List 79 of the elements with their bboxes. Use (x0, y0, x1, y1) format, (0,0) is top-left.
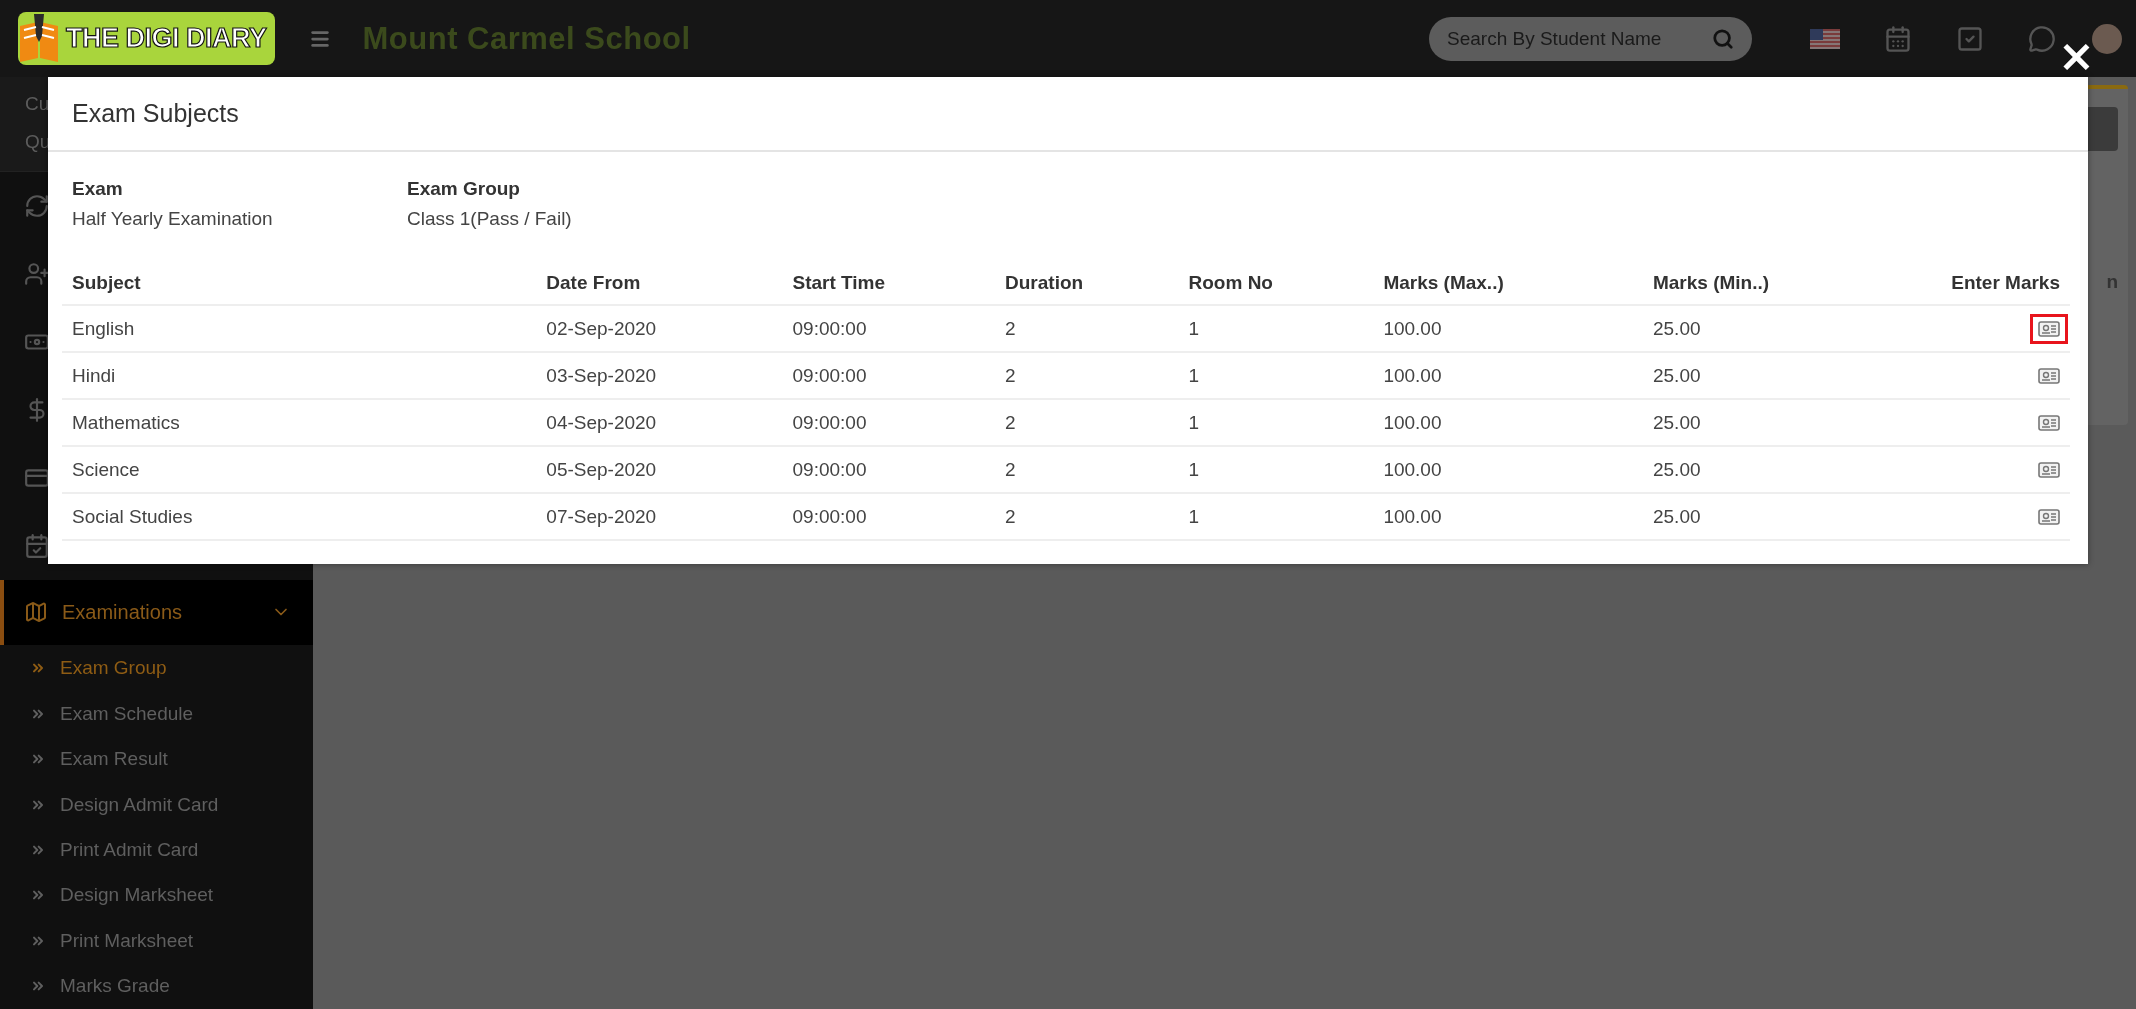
table-cell: 2 (995, 493, 1179, 540)
table-cell: 25.00 (1642, 399, 1942, 446)
sidebar-item[interactable]: Marks Grade (0, 963, 313, 1009)
table-cell: 100.00 (1373, 305, 1643, 352)
close-button[interactable]: × (2058, 34, 2095, 78)
table-cell: 07-Sep-2020 (536, 493, 783, 540)
column-header: Marks (Min..) (1642, 262, 1942, 305)
table-cell: 100.00 (1373, 399, 1643, 446)
calendar-check-icon[interactable] (24, 532, 50, 559)
map-icon (24, 600, 48, 625)
table-cell: English (62, 305, 537, 352)
table-cell: 05-Sep-2020 (536, 446, 783, 493)
column-header: Room No (1178, 262, 1374, 305)
column-header: Start Time (782, 262, 996, 305)
task-button[interactable] (1956, 24, 1984, 53)
sidebar-item[interactable]: Exam Schedule (0, 690, 313, 737)
search-icon[interactable] (1712, 27, 1734, 50)
sidebar-text: Cu (25, 93, 50, 115)
flag-icon[interactable] (1810, 28, 1840, 49)
table-cell: 1 (1178, 305, 1374, 352)
field-value: Half Yearly Examination (72, 208, 274, 230)
table-cell: 09:00:00 (782, 305, 996, 352)
table-cell: 1 (1178, 493, 1374, 540)
refresh-icon[interactable] (24, 192, 50, 219)
sidebar-item[interactable]: Print Admit Card (0, 827, 313, 873)
book-logo-icon (18, 12, 60, 65)
sidebar-item[interactable]: Design Marksheet (0, 872, 313, 919)
id-card-icon (2038, 508, 2060, 525)
column-header: Subject (62, 262, 537, 305)
table-cell: 03-Sep-2020 (536, 352, 783, 399)
table-cell: 09:00:00 (782, 446, 996, 493)
user-avatar[interactable] (2092, 23, 2122, 54)
sidebar-item[interactable]: Print Marksheet (0, 918, 313, 964)
id-card-icon (2038, 367, 2060, 384)
table-cell: 100.00 (1373, 352, 1643, 399)
column-header: Marks (Max..) (1373, 262, 1643, 305)
table-cell: 2 (995, 305, 1179, 352)
table-cell: Hindi (62, 352, 537, 399)
sidebar-section[interactable]: Examinations (0, 579, 313, 646)
table-cell: Mathematics (62, 399, 537, 446)
modal-title: Exam Subjects (48, 77, 2088, 152)
sidebar-item[interactable]: Design Admit Card (0, 781, 313, 828)
sidebar-item[interactable]: Exam Result (0, 736, 313, 782)
table-cell: 1 (1178, 399, 1374, 446)
field-value: Class 1(Pass / Fail) (407, 208, 573, 230)
field-label: Exam (72, 178, 124, 200)
table-cell: 25.00 (1642, 446, 1942, 493)
table-cell: 25.00 (1642, 352, 1942, 399)
table-cell: Science (62, 446, 537, 493)
id-card-icon (2038, 320, 2060, 337)
id-card-icon (2038, 461, 2060, 478)
id-card-icon (2038, 414, 2060, 431)
logo-text: THE DIGI DIARY (66, 23, 267, 54)
section-label: Examinations (62, 601, 183, 624)
calendar-button[interactable] (1884, 24, 1912, 53)
table-cell: 02-Sep-2020 (536, 305, 783, 352)
column-header: Duration (995, 262, 1179, 305)
table-cell: 04-Sep-2020 (536, 399, 783, 446)
table-cell: Social Studies (62, 493, 537, 540)
sidebar-item[interactable]: Exam Group (0, 645, 313, 691)
table-cell: 09:00:00 (782, 493, 996, 540)
table-cell: 2 (995, 352, 1179, 399)
table-cell: 2 (995, 446, 1179, 493)
table-cell: 25.00 (1642, 493, 1942, 540)
search-field[interactable]: Search By Student Name (1429, 16, 1752, 61)
chat-button[interactable] (2028, 24, 2056, 53)
table-cell: 09:00:00 (782, 352, 996, 399)
table-cell: 1 (1178, 352, 1374, 399)
column-header: Date From (536, 262, 783, 305)
field-label: Exam Group (407, 178, 521, 200)
user-plus-icon[interactable] (24, 260, 50, 287)
table-cell: 09:00:00 (782, 399, 996, 446)
table-cell: 100.00 (1373, 493, 1643, 540)
table-cell: 100.00 (1373, 446, 1643, 493)
table-cell: 25.00 (1642, 305, 1942, 352)
table-cell: 2 (995, 399, 1179, 446)
enter-marks-button[interactable] (2030, 313, 2068, 344)
table-cell: 1 (1178, 446, 1374, 493)
column-header: Enter Marks (1941, 262, 2070, 305)
